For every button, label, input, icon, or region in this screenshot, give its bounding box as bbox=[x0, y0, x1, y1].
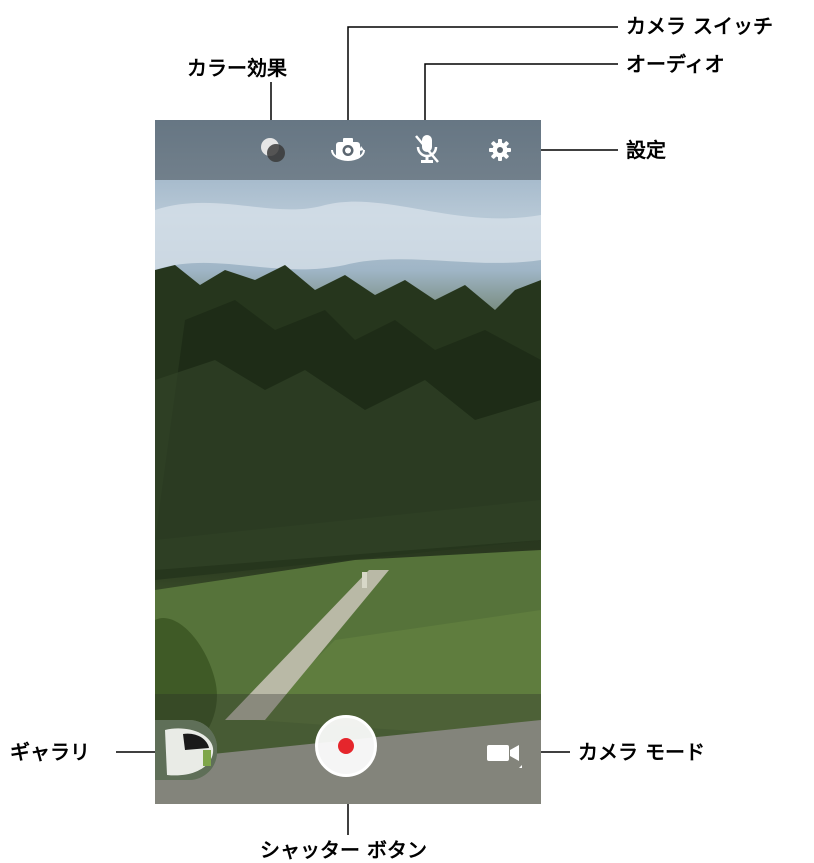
shutter-button[interactable] bbox=[315, 715, 377, 777]
camera-switch-icon[interactable] bbox=[331, 134, 365, 166]
callout-audio: オーディオ bbox=[626, 52, 725, 76]
camera-viewfinder[interactable] bbox=[155, 120, 541, 804]
callout-settings: 設定 bbox=[626, 138, 666, 162]
gallery-thumbnail[interactable] bbox=[155, 720, 217, 780]
callout-gallery: ギャラリ bbox=[10, 740, 90, 764]
callout-camera-switch: カメラ スイッチ bbox=[626, 14, 773, 38]
callout-shutter-button: シャッター ボタン bbox=[260, 838, 427, 862]
gear-icon[interactable] bbox=[488, 138, 512, 162]
gallery-preview-image bbox=[155, 720, 217, 780]
video-camera-icon[interactable] bbox=[483, 740, 525, 774]
color-effect-icon[interactable] bbox=[258, 135, 288, 165]
callout-color-effect: カラー効果 bbox=[187, 56, 287, 80]
record-dot bbox=[338, 738, 354, 754]
callout-camera-mode: カメラ モード bbox=[578, 740, 705, 764]
microphone-off-icon[interactable] bbox=[413, 132, 441, 166]
